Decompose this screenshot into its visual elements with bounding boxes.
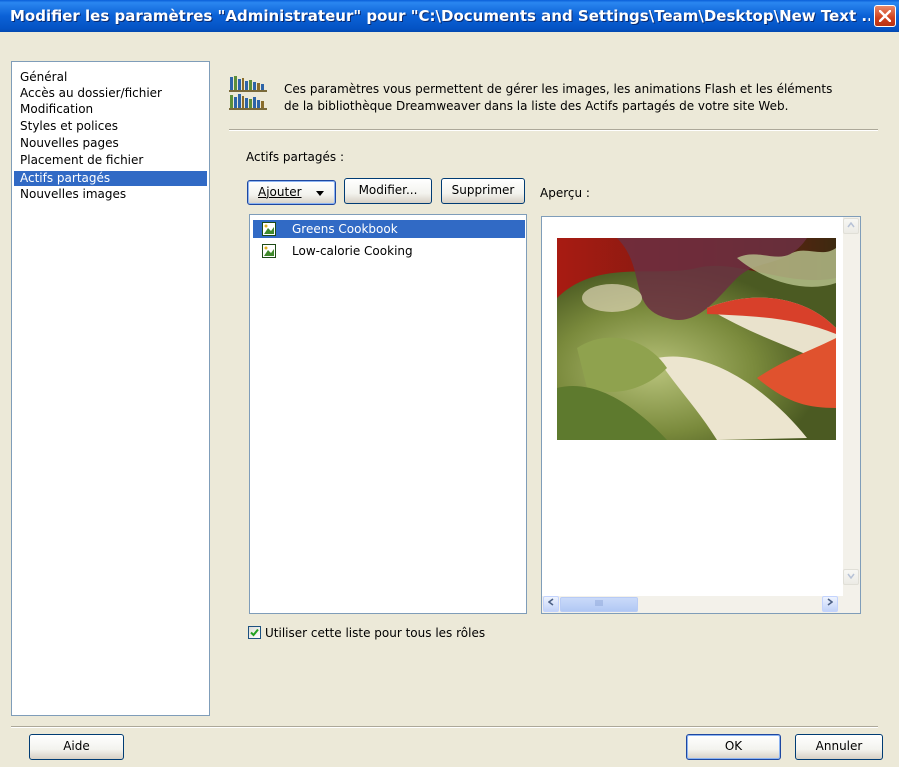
library-books-icon [228,75,270,111]
preview-vertical-scrollbar[interactable] [843,217,860,596]
preview-label: Aperçu : [540,186,590,200]
category-item-styles-fonts[interactable]: Styles et polices [14,119,207,134]
description-text: Ces paramètres vous permettent de gérer … [284,81,884,115]
description-line-2: de la bibliothèque Dreamweaver dans la l… [284,99,789,113]
delete-button[interactable]: Supprimer [441,178,525,204]
chevron-right-icon [827,598,834,606]
preview-panel[interactable] [541,216,861,614]
title-bar[interactable]: Modifier les paramètres "Administrateur"… [0,0,899,32]
asset-label: Low-calorie Cooking [292,244,413,258]
grip-icon [595,600,603,606]
category-item-general[interactable]: Général [14,70,207,85]
use-list-for-all-roles-label[interactable]: Utiliser cette liste pour tous les rôles [265,626,485,640]
modify-button[interactable]: Modifier... [344,178,432,204]
category-list[interactable]: Général Accès au dossier/fichier Modific… [11,61,210,716]
chevron-down-icon [847,573,855,580]
scroll-up-button[interactable] [843,218,859,234]
scroll-left-button[interactable] [543,596,559,612]
chevron-up-icon [847,221,855,228]
chevron-left-icon [547,598,554,606]
image-asset-icon [262,244,276,258]
cancel-button[interactable]: Annuler [795,734,883,760]
scroll-thumb[interactable] [560,597,638,612]
category-item-folder-file-access[interactable]: Accès au dossier/fichier [14,86,207,101]
category-item-shared-assets[interactable]: Actifs partagés [14,171,207,186]
description-line-1: Ces paramètres vous permettent de gérer … [284,82,833,96]
use-list-for-all-roles-checkbox[interactable] [248,626,261,639]
salad-photo [557,238,836,440]
preview-horizontal-scrollbar[interactable] [542,596,860,613]
window-title: Modifier les paramètres "Administrateur"… [10,7,870,25]
header-separator [229,129,878,131]
shared-assets-label: Actifs partagés : [246,150,344,164]
asset-label: Greens Cookbook [292,222,398,236]
dropdown-arrow-icon [316,191,324,196]
help-button[interactable]: Aide [29,734,124,760]
scroll-right-button[interactable] [822,596,838,612]
add-button[interactable]: Ajouter [247,180,336,205]
scroll-down-button[interactable] [843,569,859,585]
image-asset-icon [262,222,276,236]
category-item-new-pages[interactable]: Nouvelles pages [14,136,207,151]
shared-assets-list[interactable]: Greens Cookbook Low-calorie Cooking [249,214,527,614]
ok-button[interactable]: OK [686,734,781,760]
category-item-editing[interactable]: Modification [14,102,207,117]
checkmark-icon [250,628,259,637]
category-item-file-placement[interactable]: Placement de fichier [14,153,207,168]
close-button[interactable] [874,5,896,27]
asset-item-low-calorie-cooking[interactable]: Low-calorie Cooking [253,242,525,260]
asset-item-greens-cookbook[interactable]: Greens Cookbook [253,220,525,238]
close-icon [879,10,891,22]
category-item-new-images[interactable]: Nouvelles images [14,187,207,202]
add-button-label: Ajouter [258,185,302,199]
footer-separator [11,726,878,728]
